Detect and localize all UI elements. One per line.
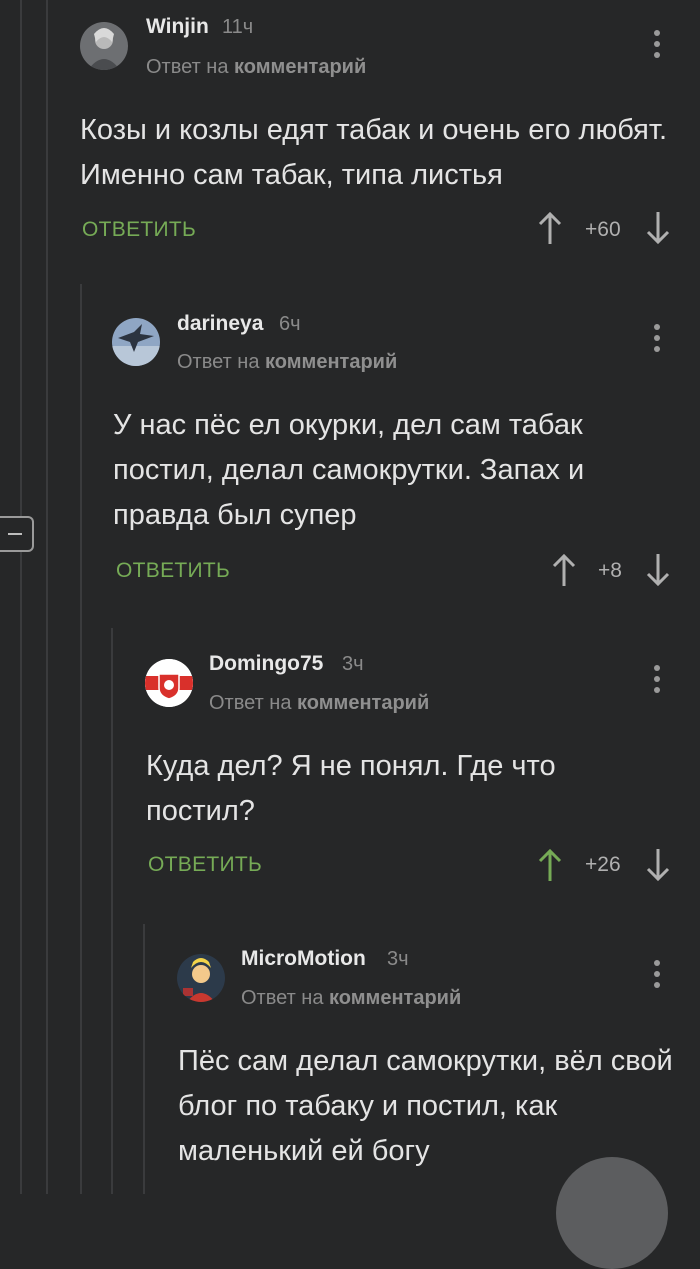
reply-button[interactable]: ОТВЕТИТЬ [82,218,196,242]
more-options-icon[interactable] [653,665,661,697]
thread-line [46,0,48,1194]
more-options-icon[interactable] [653,960,661,992]
reply-to-link[interactable]: комментарий [265,351,397,373]
rating-count: +26 [585,853,621,876]
reply-button[interactable]: ОТВЕТИТЬ [116,559,230,583]
avatar[interactable] [145,659,193,707]
avatar[interactable] [177,954,225,1002]
downvote-icon[interactable] [645,211,671,245]
comment-time: 6ч [279,313,301,335]
upvote-icon[interactable] [537,848,563,882]
reply-to-prefix: Ответ на [209,692,292,714]
collapse-thread-button[interactable] [0,516,34,552]
username[interactable]: Domingo75 [209,652,323,676]
reply-to-link[interactable]: комментарий [234,56,366,78]
rating-count: +8 [598,559,622,582]
avatar[interactable] [80,22,128,70]
username[interactable]: darineya [177,312,263,336]
thread-line [143,924,145,1194]
downvote-icon[interactable] [645,848,671,882]
upvote-icon[interactable] [551,553,577,587]
comment-body: Куда дел? Я не понял. Где что постил? [146,750,556,827]
comment-body: У нас пёс ел окурки, дел сам табак пости… [113,409,585,531]
more-options-icon[interactable] [653,324,661,356]
more-options-icon[interactable] [653,30,661,62]
reply-to-prefix: Ответ на [146,56,229,78]
reply-to: Ответ на комментарий [241,987,461,1010]
reply-to: Ответ на комментарий [146,56,366,79]
comment-time: 3ч [342,653,364,675]
reply-to: Ответ на комментарий [177,351,397,374]
username[interactable]: Winjin [146,15,209,39]
comment-time: 3ч [387,948,409,970]
thread-line [80,284,82,1194]
comment-time: 11ч [222,16,254,38]
comment-body: Пёс сам делал самокрутки, вёл свой блог … [178,1045,673,1167]
avatar[interactable] [112,318,160,366]
upvote-icon[interactable] [537,211,563,245]
reply-to: Ответ на комментарий [209,692,429,715]
reply-to-prefix: Ответ на [177,351,260,373]
thread-line [111,628,113,1194]
thread-line [20,0,22,1194]
comment-body: Козы и козлы едят табак и очень его любя… [80,114,668,191]
downvote-icon[interactable] [645,553,671,587]
reply-button[interactable]: ОТВЕТИТЬ [148,853,262,877]
reply-to-link[interactable]: комментарий [329,987,461,1009]
floating-action-button[interactable] [556,1157,668,1269]
reply-to-prefix: Ответ на [241,987,324,1009]
rating-count: +60 [585,218,621,241]
reply-to-link[interactable]: комментарий [297,692,429,714]
username[interactable]: MicroMotion [241,947,366,971]
